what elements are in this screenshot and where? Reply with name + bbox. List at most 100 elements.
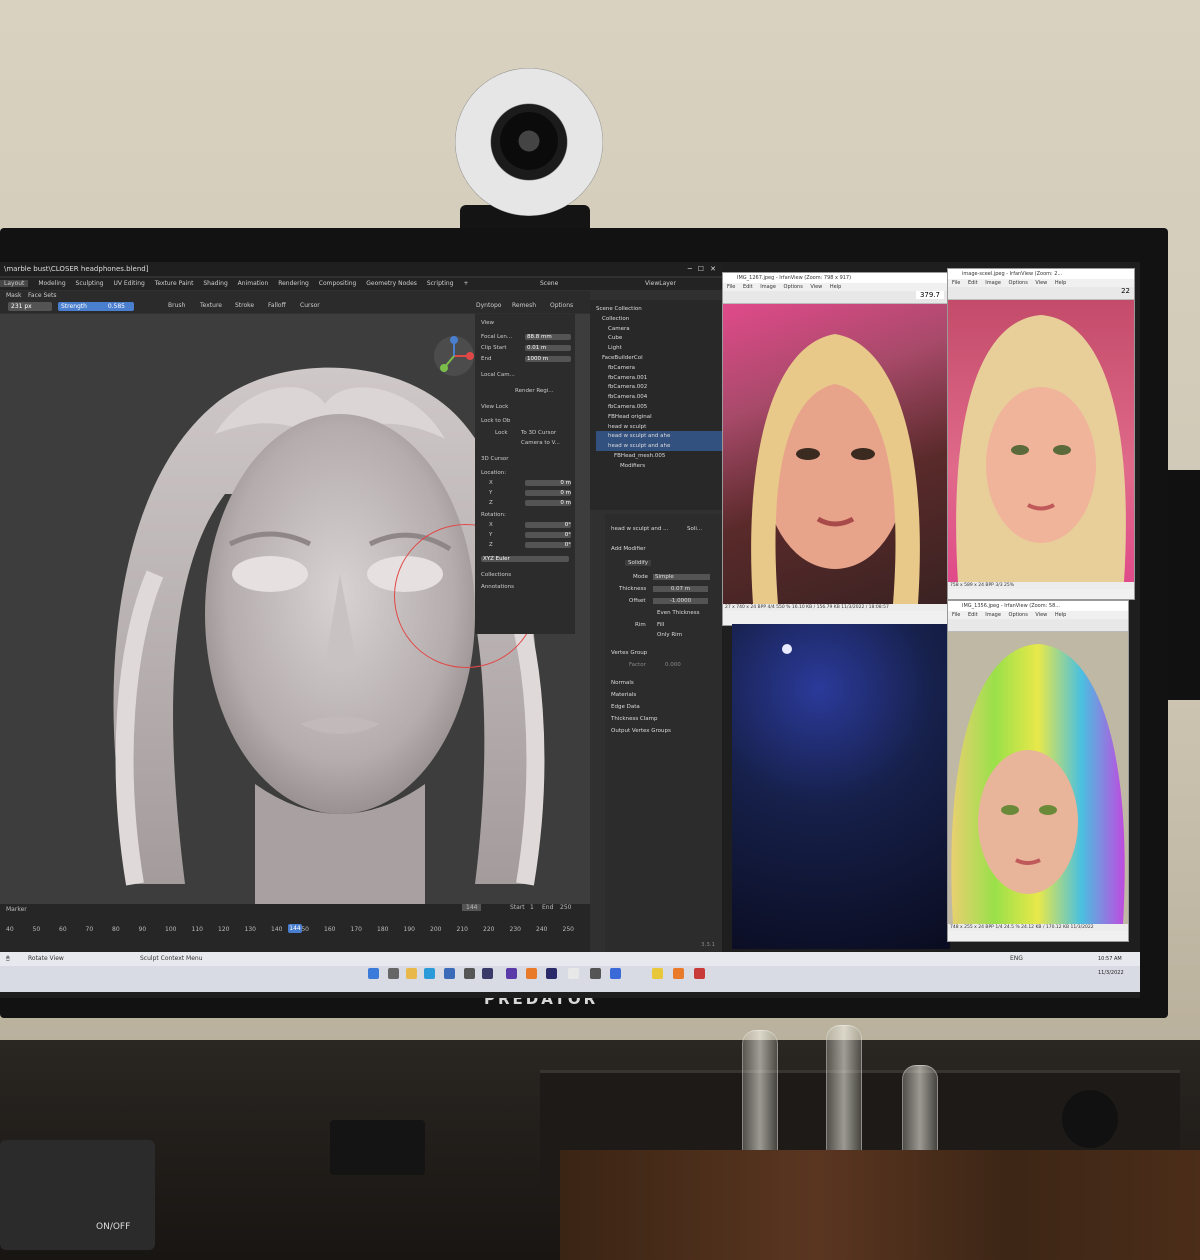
app-icon[interactable] [444,968,455,979]
outliner-item[interactable]: FaceBuilderCol [596,353,643,363]
edge-browser-icon[interactable] [424,968,435,979]
brush-radius-field[interactable]: 231 px [8,302,52,311]
viewer-1-menu-help[interactable]: Help [830,284,841,290]
outliner-item[interactable]: fbCamera.005 [596,402,647,412]
tab-modeling[interactable]: Modeling [38,280,65,287]
materials-section[interactable]: Materials [611,692,636,698]
clip-end-field[interactable]: 1000 m [525,356,571,362]
annotations-header[interactable]: Annotations [481,584,514,590]
tab-layout[interactable]: Layout [0,280,29,287]
app-icon[interactable] [506,968,517,979]
rotation-y-field[interactable]: 0° [525,532,571,538]
viewer-1-menu-edit[interactable]: Edit [743,284,753,290]
tab-geometry-nodes[interactable]: Geometry Nodes [366,280,417,287]
outliner-item[interactable]: fbCamera.004 [596,392,647,402]
location-z-field[interactable]: 0 m [525,500,571,506]
lightroom-icon[interactable] [482,968,493,979]
timeline[interactable]: Marker 144 Start 1 End 250 40 50 60 70 80 90 1… [0,904,590,952]
blender-icon[interactable] [673,968,684,979]
options-menu[interactable]: Options [550,302,573,309]
firefox-icon[interactable] [526,968,537,979]
language-indicator[interactable]: ENG [1010,952,1023,966]
rotation-mode-select[interactable]: XYZ Euler [481,556,569,562]
focal-length-field[interactable]: 88.8 mm [525,334,571,340]
collections-header[interactable]: Collections [481,572,511,578]
windows-start-icon[interactable] [368,968,379,979]
playhead[interactable]: 144 [288,924,302,933]
outliner-item[interactable]: Scene Collection [596,304,642,314]
face-sets-menu[interactable]: Face Sets [28,292,56,299]
outliner-item[interactable]: Camera [596,324,630,334]
viewer-2-menu-help[interactable]: Help [1055,280,1066,286]
irfanview-icon[interactable] [694,968,705,979]
viewer-2-menu-view[interactable]: View [1035,280,1047,286]
app-icon[interactable] [546,968,557,979]
rotation-x-field[interactable]: 0° [525,522,571,528]
thickness-clamp-section[interactable]: Thickness Clamp [611,716,658,722]
tab-shading[interactable]: Shading [203,280,227,287]
viewer-2-menu-options[interactable]: Options [1009,280,1028,286]
outliner-item[interactable]: fbCamera.001 [596,373,647,383]
edge-data-section[interactable]: Edge Data [611,704,640,710]
outliner-item[interactable]: fbCamera.002 [596,382,647,392]
outliner-item[interactable]: fbCamera [596,363,635,373]
viewer-1-menu-view[interactable]: View [810,284,822,290]
viewer-3-menu-edit[interactable]: Edit [968,612,978,618]
modifier-name-field[interactable]: Solidify [625,560,652,566]
navigation-gizmo[interactable] [430,332,478,380]
only-rim-checkbox[interactable]: Only Rim [657,632,682,638]
viewlayer-selector[interactable]: ViewLayer [645,278,676,290]
even-thickness-checkbox[interactable]: Even Thickness [657,610,700,616]
outliner-item[interactable]: Cube [596,333,622,343]
viewer-2-menu-image[interactable]: Image [985,280,1001,286]
outliner-item[interactable]: Collection [596,314,629,324]
outliner-item[interactable]: Modifiers [596,461,645,471]
outliner-item[interactable]: FBHead original [596,412,652,422]
app-icon[interactable] [464,968,475,979]
clip-start-field[interactable]: 0.01 m [525,345,571,351]
camera-to-view-checkbox[interactable]: Camera to V... [521,440,560,446]
outliner-item[interactable]: head w sculpt and ahe [596,431,734,442]
file-explorer-icon[interactable] [406,968,417,979]
start-frame-field[interactable]: 1 [530,904,534,911]
viewer-3-menu-options[interactable]: Options [1009,612,1028,618]
tab-rendering[interactable]: Rendering [278,280,309,287]
add-modifier-button[interactable]: Add Modifier [611,546,646,552]
mask-menu[interactable]: Mask [6,292,21,299]
3d-cursor-header[interactable]: 3D Cursor [481,456,509,462]
output-vertex-groups-section[interactable]: Output Vertex Groups [611,728,671,734]
remesh-menu[interactable]: Remesh [512,302,536,309]
scene-selector[interactable]: Scene [540,278,558,290]
tab-scripting[interactable]: Scripting [427,280,454,287]
viewer-1-menu-options[interactable]: Options [784,284,803,290]
add-workspace-button[interactable]: + [463,280,468,287]
viewer-1-zoom-field[interactable]: 379.7 [915,291,944,299]
viewer-2-menu-file[interactable]: File [952,280,960,286]
factor-field[interactable]: 0.000 [665,662,681,668]
outliner-item[interactable]: FBHead_mesh.005 [596,451,665,461]
rotation-z-field[interactable]: 0° [525,542,571,548]
viewer-2-menu-edit[interactable]: Edit [968,280,978,286]
viewer-3-menu-help[interactable]: Help [1055,612,1066,618]
close-icon[interactable]: ✕ [710,262,716,276]
normals-section[interactable]: Normals [611,680,634,686]
outliner-item[interactable]: head w sculpt [596,422,646,432]
brush-menu[interactable]: Brush [168,302,185,309]
viewer-3-menu-view[interactable]: View [1035,612,1047,618]
cursor-menu[interactable]: Cursor [300,302,320,309]
view-header[interactable]: View [481,320,494,326]
mode-select[interactable]: Simple [653,574,710,580]
current-frame-field[interactable]: 144 [462,904,482,911]
app-icon[interactable] [590,968,601,979]
location-y-field[interactable]: 0 m [525,490,571,496]
viewer-2-zoom-field[interactable]: 22 [1121,287,1130,295]
viewer-3-menu-image[interactable]: Image [985,612,1001,618]
offset-field[interactable]: -1.0000 [653,598,708,604]
tab-texture-paint[interactable]: Texture Paint [155,280,194,287]
outliner-item[interactable]: head w sculpt and ahe [596,441,734,452]
search-icon[interactable] [388,968,399,979]
app-icon[interactable] [610,968,621,979]
falloff-menu[interactable]: Falloff [268,302,286,309]
fill-checkbox[interactable]: Fill [657,622,664,628]
maximize-icon[interactable]: ☐ [698,262,704,276]
